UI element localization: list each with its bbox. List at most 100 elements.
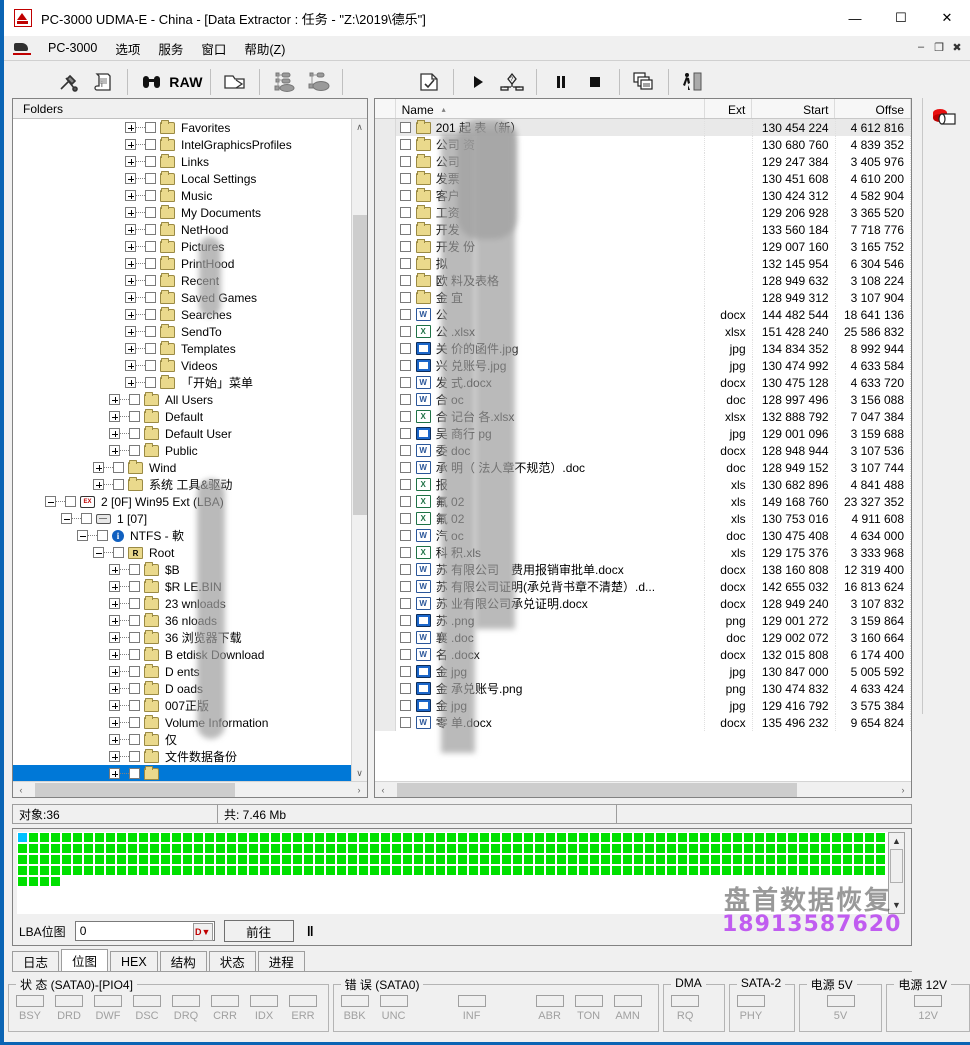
- bitmap-cell-good[interactable]: [677, 843, 688, 854]
- bitmap-cell-good[interactable]: [325, 832, 336, 843]
- bitmap-cell-good[interactable]: [644, 832, 655, 843]
- bitmap-cell-good[interactable]: [160, 843, 171, 854]
- bitmap-cell-good[interactable]: [193, 865, 204, 876]
- tree-item-checkbox[interactable]: [145, 241, 156, 252]
- row-checkbox[interactable]: [399, 632, 411, 643]
- bitmap-cell-good[interactable]: [545, 865, 556, 876]
- bitmap-cell-good[interactable]: [193, 854, 204, 865]
- bitmap-cell-good[interactable]: [710, 865, 721, 876]
- expand-plus-icon[interactable]: [125, 122, 136, 133]
- tree-item[interactable]: PrintHood: [13, 255, 367, 272]
- row-checkbox[interactable]: [399, 411, 411, 422]
- tree-item[interactable]: R Root: [13, 544, 367, 561]
- tree-item-checkbox[interactable]: [145, 360, 156, 371]
- bitmap-cell-good[interactable]: [226, 832, 237, 843]
- bitmap-cell-good[interactable]: [820, 854, 831, 865]
- bitmap-cell-good[interactable]: [248, 865, 259, 876]
- bitmap-cell-good[interactable]: [347, 865, 358, 876]
- tree-scroll-up-arrow[interactable]: ∧: [352, 119, 367, 135]
- expand-plus-icon[interactable]: [109, 615, 120, 626]
- row-checkbox[interactable]: [399, 581, 411, 592]
- row-checkbox[interactable]: [399, 479, 411, 490]
- bitmap-cell-good[interactable]: [94, 854, 105, 865]
- bitmap-cell-good[interactable]: [39, 865, 50, 876]
- bitmap-cell-good[interactable]: [171, 854, 182, 865]
- bitmap-cell-good[interactable]: [457, 832, 468, 843]
- menu-item-service[interactable]: 服务: [149, 37, 192, 60]
- bitmap-cell-good[interactable]: [72, 832, 83, 843]
- row-checkbox[interactable]: [399, 309, 411, 320]
- bitmap-cell-good[interactable]: [237, 865, 248, 876]
- expand-plus-icon[interactable]: [109, 598, 120, 609]
- bitmap-cell-good[interactable]: [820, 843, 831, 854]
- tree-item[interactable]: Public: [13, 442, 367, 459]
- bitmap-cell-good[interactable]: [358, 843, 369, 854]
- tree-item-checkbox[interactable]: [145, 309, 156, 320]
- expand-plus-icon[interactable]: [125, 156, 136, 167]
- bitmap-cell-good[interactable]: [732, 843, 743, 854]
- tree-item-checkbox[interactable]: [129, 632, 140, 643]
- row-checkbox[interactable]: [399, 666, 411, 677]
- bitmap-cell-good[interactable]: [50, 832, 61, 843]
- bitmap-cell-good[interactable]: [600, 843, 611, 854]
- bitmap-cell-good[interactable]: [446, 832, 457, 843]
- exit-icon[interactable]: [676, 66, 710, 98]
- bitmap-cell-good[interactable]: [732, 865, 743, 876]
- expand-plus-icon[interactable]: [109, 683, 120, 694]
- bitmap-cell-good[interactable]: [237, 832, 248, 843]
- bitmap-cell-good[interactable]: [479, 832, 490, 843]
- bitmap-cell-good[interactable]: [259, 854, 270, 865]
- bitmap-cell-good[interactable]: [204, 854, 215, 865]
- row-checkbox[interactable]: [399, 700, 411, 711]
- bitmap-cell-good[interactable]: [39, 843, 50, 854]
- table-row[interactable]: 合 oc doc128 997 4963 156 088: [375, 391, 911, 408]
- tree-item-checkbox[interactable]: [113, 479, 124, 490]
- bitmap-cell-good[interactable]: [589, 854, 600, 865]
- expand-plus-icon[interactable]: [125, 241, 136, 252]
- bitmap-cell-good[interactable]: [204, 832, 215, 843]
- bitmap-cell-good[interactable]: [864, 854, 875, 865]
- bitmap-cell-good[interactable]: [149, 854, 160, 865]
- row-checkbox[interactable]: [399, 615, 411, 626]
- bitmap-cell-good[interactable]: [490, 854, 501, 865]
- bitmap-cell-good[interactable]: [380, 854, 391, 865]
- bitmap-cell-good[interactable]: [688, 832, 699, 843]
- row-checkbox[interactable]: [399, 394, 411, 405]
- tree-item[interactable]: Volume Information: [13, 714, 367, 731]
- bitmap-cell-good[interactable]: [479, 843, 490, 854]
- tree-item[interactable]: Wind: [13, 459, 367, 476]
- tree-item-checkbox[interactable]: [129, 411, 140, 422]
- tree-item[interactable]: 36 nloads: [13, 612, 367, 629]
- tree-item[interactable]: Music: [13, 187, 367, 204]
- bitmap-cell-good[interactable]: [853, 832, 864, 843]
- bitmap-cell-good[interactable]: [776, 865, 787, 876]
- tab-进程[interactable]: 进程: [257, 951, 305, 971]
- row-checkbox[interactable]: [399, 275, 411, 286]
- bitmap-cell-good[interactable]: [666, 854, 677, 865]
- table-row[interactable]: 名 .docx docx132 015 8086 174 400: [375, 646, 911, 663]
- menu-item-options[interactable]: 选项: [106, 37, 149, 60]
- tab-日志[interactable]: 日志: [12, 951, 60, 971]
- bitmap-cell-good[interactable]: [270, 832, 281, 843]
- table-row[interactable]: 公司 资 130 680 760 4 839 352: [375, 136, 911, 153]
- bitmap-cell-good[interactable]: [83, 832, 94, 843]
- bitmap-cell-good[interactable]: [842, 832, 853, 843]
- bitmap-cell-good[interactable]: [776, 843, 787, 854]
- bitmap-cell-good[interactable]: [699, 843, 710, 854]
- tree-item[interactable]: Links: [13, 153, 367, 170]
- collapse-minus-icon[interactable]: [61, 513, 72, 524]
- tree-item-checkbox[interactable]: [145, 326, 156, 337]
- bitmap-cell-good[interactable]: [61, 865, 72, 876]
- bitmap-cell-good[interactable]: [116, 854, 127, 865]
- bitmap-cell-good[interactable]: [556, 854, 567, 865]
- bitmap-cell-good[interactable]: [435, 832, 446, 843]
- bitmap-cell-good[interactable]: [842, 865, 853, 876]
- bitmap-cell-good[interactable]: [72, 843, 83, 854]
- bitmap-cell-good[interactable]: [380, 832, 391, 843]
- tree-item[interactable]: Local Settings: [13, 170, 367, 187]
- tree-item[interactable]: i NTFS - 軟: [13, 527, 367, 544]
- bitmap-cell-good[interactable]: [875, 854, 886, 865]
- tree-item-checkbox[interactable]: [129, 734, 140, 745]
- bitmap-cell-good[interactable]: [523, 843, 534, 854]
- bitmap-cell-good[interactable]: [611, 832, 622, 843]
